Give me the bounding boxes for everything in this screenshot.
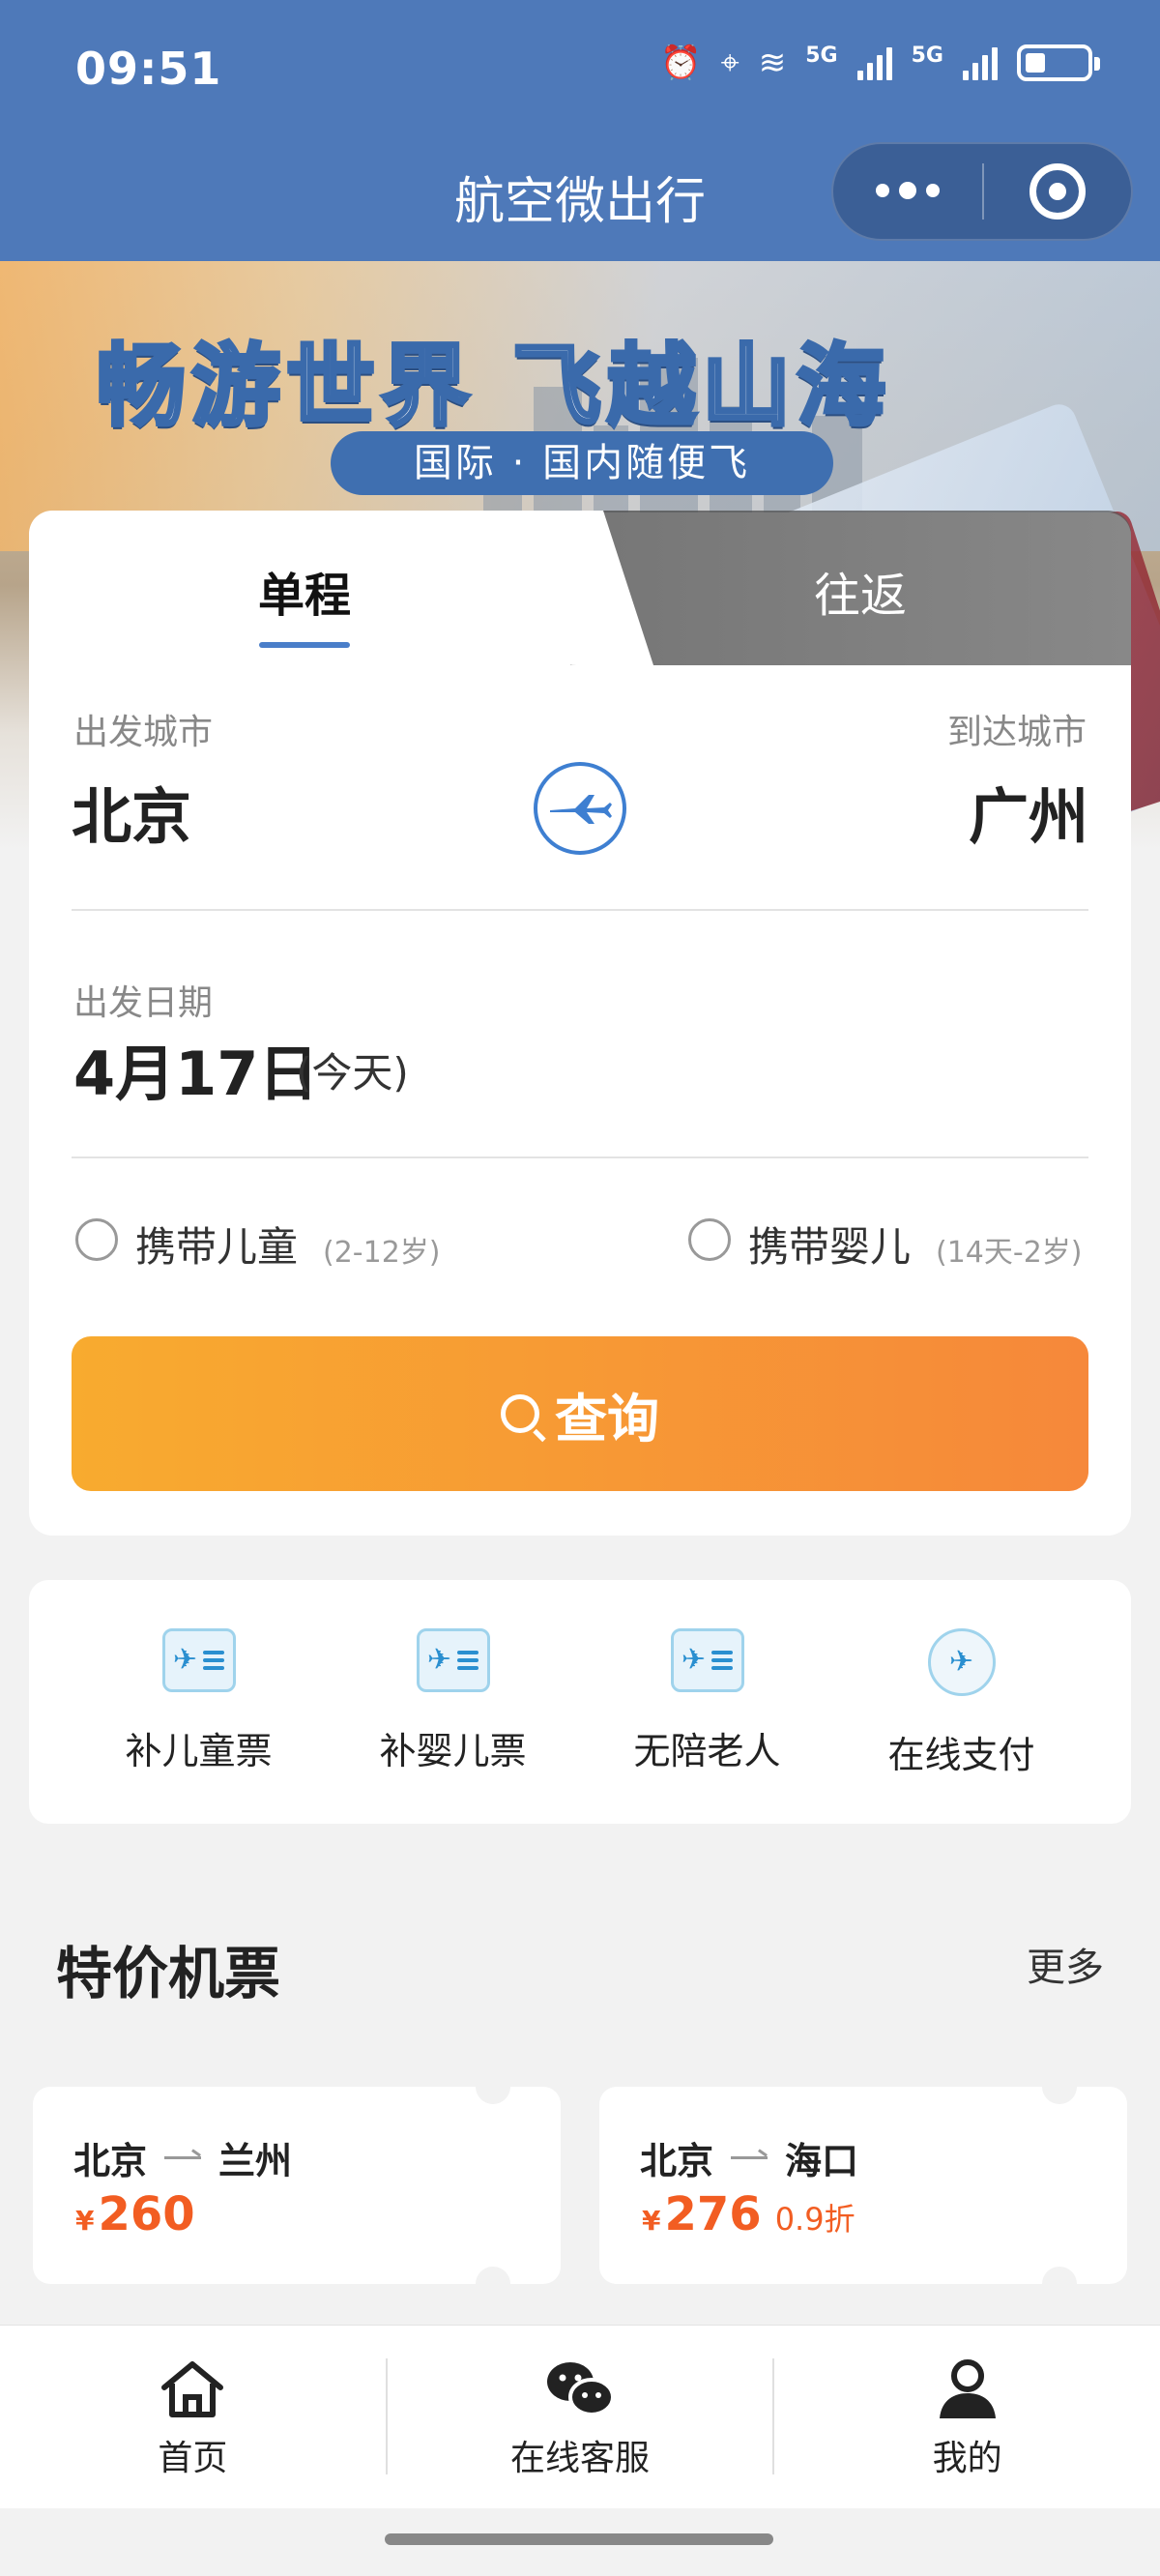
payment-icon: ✈	[927, 1628, 996, 1696]
deal-from: 北京	[73, 2140, 148, 2182]
active-tab-indicator	[259, 642, 350, 648]
deal-price: ¥ 260	[75, 2187, 209, 2241]
deal-card[interactable]: 北京 兰州 ¥ 260	[33, 2069, 561, 2301]
currency-symbol: ¥	[642, 2205, 661, 2237]
departure-date-label: 出发日期	[73, 983, 214, 1023]
signal-bars-1-icon	[856, 45, 892, 80]
child-checkbox[interactable]	[75, 1218, 118, 1261]
departure-city-label: 出发城市	[73, 713, 214, 752]
app-header: 09:51 ⏰ ⌖ ≋ 5G 5G 航空微出行	[0, 0, 1160, 261]
tab-label: 首页	[158, 2439, 228, 2478]
deal-price: ¥ 276 0.9折	[642, 2187, 856, 2241]
tab-profile[interactable]: 我的	[774, 2326, 1160, 2508]
child-age-note: (2-12岁)	[323, 1236, 441, 1270]
swap-cities-button[interactable]	[534, 762, 626, 855]
more-icon[interactable]	[833, 182, 982, 199]
status-time: 09:51	[75, 43, 222, 95]
wechat-icon	[547, 2362, 615, 2416]
deal-from: 北京	[640, 2140, 714, 2182]
location-icon: ⌖	[720, 44, 740, 82]
service-label: 补儿童票	[125, 1730, 273, 1772]
service-infant-ticket[interactable]: ✈ 补婴儿票	[342, 1628, 565, 1824]
departure-date-today: (今天)	[296, 1049, 409, 1097]
service-label: 补婴儿票	[379, 1730, 527, 1772]
deal-card[interactable]: 北京 海口 ¥ 276 0.9折	[599, 2069, 1127, 2301]
deals-more-link[interactable]: 更多	[1027, 1936, 1104, 1992]
bottom-tab-bar: 首页 在线客服 我的	[0, 2325, 1160, 2508]
banner-subtitle: 国际 · 国内随便飞	[331, 431, 833, 495]
miniprogram-capsule	[831, 142, 1133, 241]
price-amount: 276	[664, 2187, 762, 2241]
search-button-label: 查询	[555, 1388, 659, 1449]
deals-section-title: 特价机票	[56, 1941, 281, 2006]
ticket-icon: ✈	[670, 1628, 744, 1692]
network-label-1: 5G	[805, 43, 838, 68]
search-icon	[501, 1394, 539, 1433]
arrival-city-label: 到达城市	[946, 713, 1087, 752]
service-label: 在线支付	[887, 1734, 1035, 1776]
child-option-label[interactable]: 携带儿童	[135, 1215, 298, 1273]
alarm-icon: ⏰	[660, 44, 702, 82]
service-grid: ✈ 补儿童票 ✈ 补婴儿票 ✈ 无陪老人 ✈ 在线支付	[29, 1580, 1131, 1824]
currency-symbol: ¥	[75, 2205, 95, 2237]
ticket-icon: ✈	[161, 1628, 236, 1692]
deal-to: 海口	[785, 2140, 859, 2182]
service-child-ticket[interactable]: ✈ 补儿童票	[88, 1628, 310, 1824]
service-online-payment[interactable]: ✈ 在线支付	[851, 1628, 1073, 1824]
home-indicator[interactable]	[385, 2533, 773, 2545]
network-label-2: 5G	[911, 43, 943, 68]
arrival-city[interactable]: 广州	[969, 768, 1088, 855]
tab-label: 在线客服	[510, 2439, 651, 2478]
tab-one-way[interactable]: 单程	[145, 557, 464, 625]
status-icons: ⏰ ⌖ ≋ 5G 5G	[660, 43, 1100, 82]
battery-icon	[1017, 44, 1100, 81]
departure-date[interactable]: 4月17日	[73, 1025, 318, 1112]
wifi-icon: ≋	[758, 44, 787, 82]
price-amount: 260	[98, 2187, 195, 2241]
home-icon	[161, 2361, 224, 2417]
tab-round-trip[interactable]: 往返	[677, 557, 1044, 625]
deal-route: 北京 海口	[640, 2131, 858, 2184]
infant-option-label[interactable]: 携带婴儿	[748, 1215, 911, 1273]
ticket-icon: ✈	[416, 1628, 490, 1692]
deal-to: 兰州	[218, 2140, 293, 2182]
deal-route: 北京 兰州	[73, 2131, 292, 2184]
tab-home[interactable]: 首页	[0, 2326, 386, 2508]
signal-bars-2-icon	[963, 45, 998, 80]
target-icon[interactable]	[984, 163, 1131, 220]
discount-label: 0.9折	[774, 2201, 856, 2238]
arrow-icon	[731, 2156, 768, 2159]
tab-customer-service[interactable]: 在线客服	[388, 2326, 773, 2508]
tab-label: 我的	[932, 2439, 1002, 2478]
user-icon	[939, 2359, 996, 2418]
service-unaccompanied-elderly[interactable]: ✈ 无陪老人	[596, 1628, 819, 1824]
banner-title: 畅游世界 飞越山海	[95, 333, 892, 440]
search-button[interactable]: 查询	[72, 1336, 1088, 1491]
arrow-icon	[164, 2156, 202, 2159]
infant-checkbox[interactable]	[688, 1218, 731, 1261]
departure-city[interactable]: 北京	[72, 768, 191, 855]
service-label: 无陪老人	[633, 1730, 781, 1772]
infant-age-note: (14天-2岁)	[936, 1236, 1083, 1270]
airplane-icon	[550, 795, 612, 824]
